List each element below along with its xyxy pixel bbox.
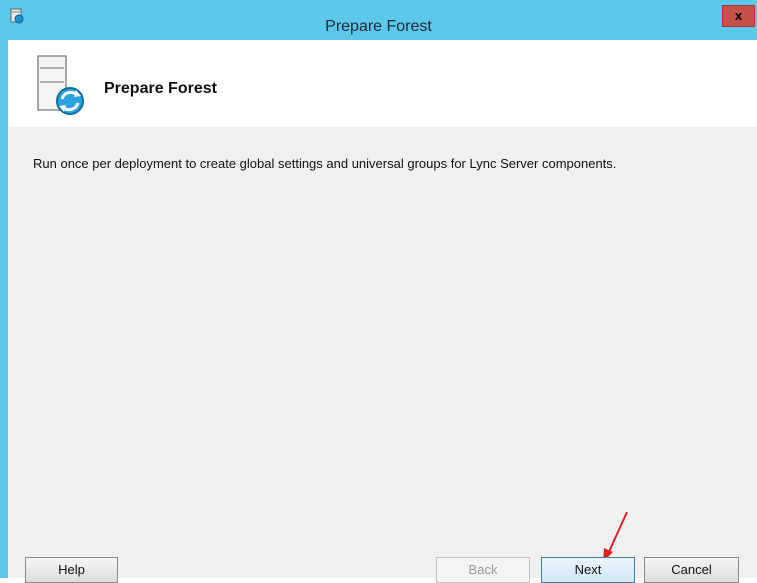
description-text: Run once per deployment to create global… xyxy=(33,156,617,171)
next-button[interactable]: Next xyxy=(541,557,635,583)
close-button[interactable]: x xyxy=(722,5,755,27)
cancel-button[interactable]: Cancel xyxy=(644,557,739,583)
dialog-client-area: Prepare Forest Run once per deployment t… xyxy=(8,40,757,583)
help-button[interactable]: Help xyxy=(25,557,118,583)
page-title: Prepare Forest xyxy=(104,80,217,97)
wizard-header: Prepare Forest xyxy=(8,40,757,127)
dialog-window: Prepare Forest x Prepare Forest Run once… xyxy=(0,0,757,583)
window-title: Prepare Forest xyxy=(325,18,432,35)
server-refresh-icon xyxy=(36,54,86,118)
title-bar[interactable]: Prepare Forest x xyxy=(0,0,757,40)
back-button[interactable]: Back xyxy=(436,557,530,583)
